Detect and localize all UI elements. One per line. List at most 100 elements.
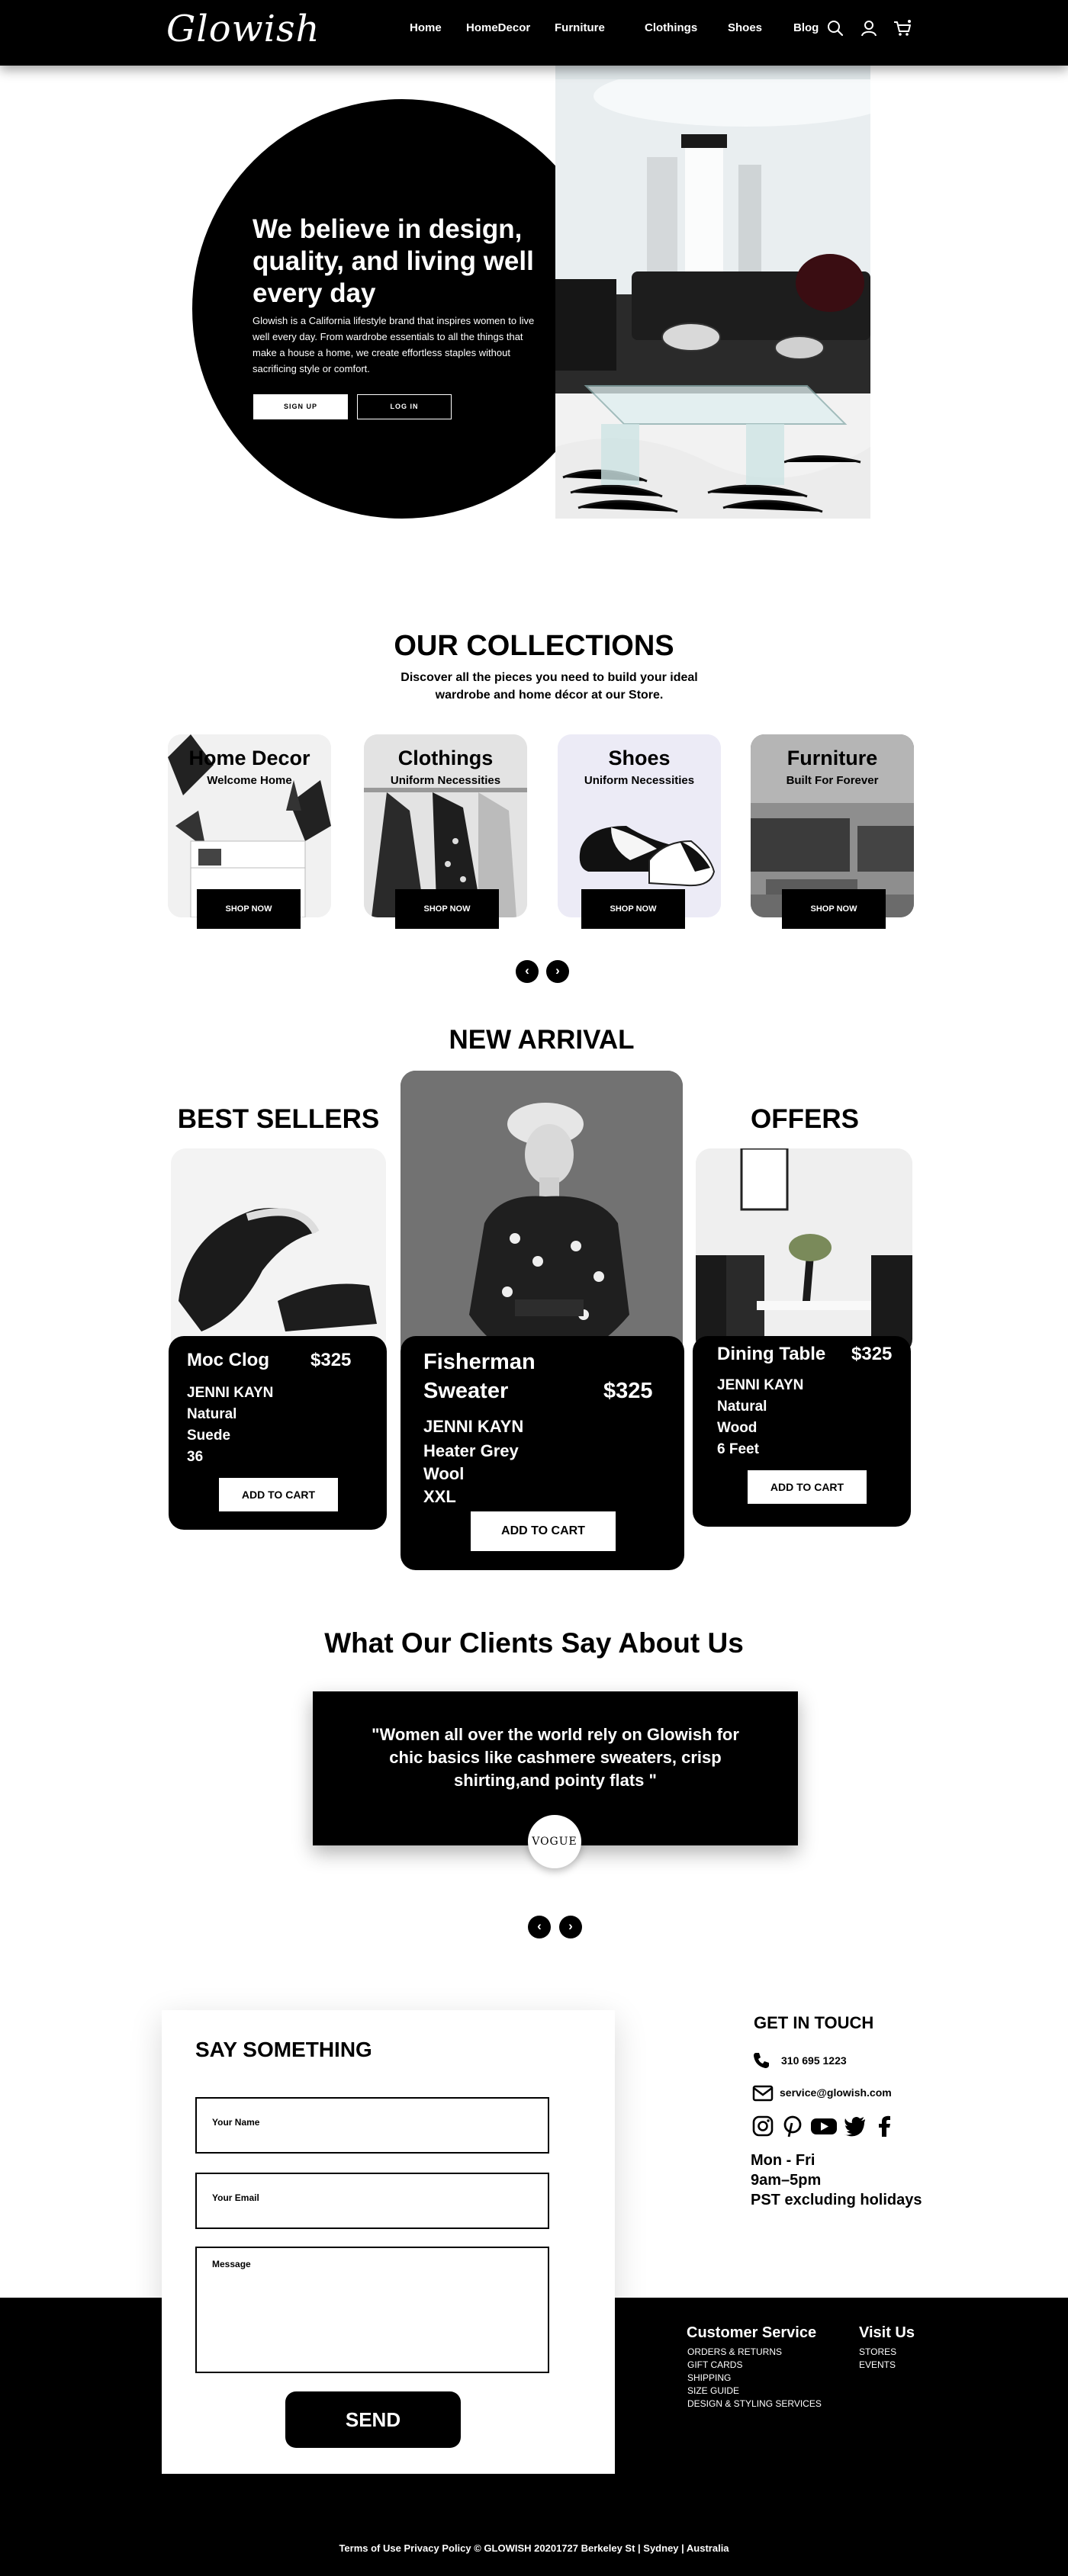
footer-link-size-guide[interactable]: SIZE GUIDE: [687, 2385, 739, 2396]
shop-now-button-shoes[interactable]: SHOP NOW: [581, 889, 685, 929]
collections-subtitle: Discover all the pieces you need to buil…: [400, 671, 698, 702]
collection-subtitle: Welcome Home: [207, 774, 292, 787]
collection-subtitle: Uniform Necessities: [584, 774, 695, 787]
add-to-cart-button[interactable]: ADD TO CART: [748, 1470, 867, 1504]
product-detail: Suede: [187, 1428, 231, 1444]
collections-next-button[interactable]: ›: [546, 960, 569, 983]
collection-subtitle: Built For Forever: [786, 774, 879, 787]
footer-link-stores[interactable]: STORES: [859, 2346, 896, 2357]
instagram-icon[interactable]: [751, 2115, 774, 2138]
product-detail: 36: [187, 1449, 204, 1465]
product-detail: Wool: [423, 1464, 465, 1483]
mail-icon: [752, 2085, 774, 2102]
phone-icon: [754, 2053, 769, 2068]
product-price: $325: [851, 1344, 893, 1364]
get-in-touch-title: GET IN TOUCH: [754, 2013, 874, 2032]
product-detail: Natural: [717, 1399, 767, 1415]
product-brand: JENNI KAYN: [187, 1385, 274, 1401]
vogue-logo: VOGUE: [528, 1815, 581, 1868]
visit-us-title: Visit Us: [859, 2324, 915, 2341]
product-detail: Wood: [717, 1420, 758, 1436]
email-field[interactable]: Your Email: [195, 2173, 549, 2229]
email-field-placeholder: Your Email: [212, 2192, 259, 2203]
shop-now-button-home-decor[interactable]: SHOP NOW: [197, 889, 301, 929]
dining-table-image: [696, 1148, 912, 1354]
twitter-icon[interactable]: [844, 2115, 867, 2138]
best-sellers-title: BEST SELLERS: [177, 1104, 380, 1134]
message-field-placeholder: Message: [212, 2259, 251, 2269]
collections-title: OUR COLLECTIONS: [394, 630, 674, 662]
name-field[interactable]: Your Name: [195, 2097, 549, 2154]
footer-legal: Terms of Use Privacy Policy © GLOWISH 20…: [339, 2542, 729, 2554]
search-icon[interactable]: [825, 18, 845, 38]
add-to-cart-button[interactable]: ADD TO CART: [471, 1511, 616, 1551]
customer-service-title: Customer Service: [687, 2324, 817, 2341]
product-card-moc-clog: Moc Clog $325 JENNI KAYN Natural Suede 3…: [169, 1336, 387, 1530]
footer-link-gift-cards[interactable]: GIFT CARDS: [687, 2359, 742, 2370]
hero-living-room-image: [555, 66, 870, 519]
form-title: SAY SOMETHING: [195, 2038, 372, 2061]
nav-link-shoes[interactable]: Shoes: [728, 21, 762, 34]
collection-name: Home Decor: [188, 747, 310, 769]
nav-link-furniture[interactable]: Furniture: [555, 21, 605, 34]
nav-link-clothings[interactable]: Clothings: [645, 21, 697, 34]
footer-link-orders-returns[interactable]: ORDERS & RETURNS: [687, 2346, 782, 2357]
moc-clog-image: [171, 1148, 386, 1354]
nav-link-home[interactable]: Home: [410, 21, 442, 34]
brand-logo[interactable]: Glowish: [166, 8, 320, 50]
hours-note: PST excluding holidays: [751, 2192, 922, 2208]
add-to-cart-button[interactable]: ADD TO CART: [219, 1478, 338, 1511]
offers-title: OFFERS: [751, 1104, 859, 1134]
footer-link-shipping[interactable]: SHIPPING: [687, 2372, 731, 2383]
shop-now-button-clothings[interactable]: SHOP NOW: [395, 889, 499, 929]
product-detail: XXL: [423, 1487, 456, 1506]
product-price: $325: [603, 1379, 653, 1403]
contact-phone[interactable]: 310 695 1223: [781, 2054, 847, 2067]
cart-icon[interactable]: [893, 18, 912, 38]
facebook-icon[interactable]: [873, 2115, 896, 2138]
name-field-placeholder: Your Name: [212, 2117, 260, 2128]
nav-link-homedecor[interactable]: HomeDecor: [466, 21, 530, 34]
shop-now-button-furniture[interactable]: SHOP NOW: [782, 889, 886, 929]
youtube-icon[interactable]: [810, 2115, 838, 2138]
product-name: Dining Table: [717, 1344, 826, 1364]
top-navbar: Glowish Home HomeDecor Furniture Clothin…: [0, 0, 1068, 66]
footer-link-design-styling[interactable]: DESIGN & STYLING SERVICES: [687, 2398, 822, 2409]
product-brand: JENNI KAYN: [423, 1417, 524, 1436]
pinterest-icon[interactable]: [781, 2115, 804, 2138]
testimonial-next-button[interactable]: ›: [559, 1916, 582, 1938]
product-detail: Natural: [187, 1406, 237, 1422]
collection-name: Shoes: [608, 747, 671, 769]
send-button[interactable]: SEND: [285, 2391, 461, 2448]
message-field[interactable]: Message: [195, 2247, 549, 2373]
collections-prev-button[interactable]: ‹: [516, 960, 539, 983]
product-detail: Heater Grey: [423, 1441, 519, 1460]
nav-link-blog[interactable]: Blog: [793, 21, 819, 34]
collection-name: Clothings: [397, 747, 494, 769]
product-brand: JENNI KAYN: [717, 1377, 804, 1393]
contact-form: SAY SOMETHING Your Name Your Email Messa…: [162, 2010, 615, 2474]
fisherman-sweater-image: [400, 1071, 683, 1360]
product-detail: 6 Feet: [717, 1441, 759, 1457]
user-icon[interactable]: [859, 18, 879, 38]
hero-description: Glowish is a California lifestyle brand …: [253, 315, 535, 374]
business-hours: Mon - Fri 9am–5pm PST excluding holidays: [751, 2150, 922, 2210]
new-arrival-title: NEW ARRIVAL: [449, 1025, 635, 1055]
signup-button[interactable]: SIGN UP: [253, 394, 348, 419]
product-card-fisherman-sweater: Fisherman Sweater $325 JENNI KAYN Heater…: [400, 1336, 684, 1570]
collection-subtitle: Uniform Necessities: [390, 774, 501, 787]
collection-name: Furniture: [787, 747, 878, 769]
contact-email[interactable]: service@glowish.com: [780, 2086, 892, 2099]
testimonial-title: What Our Clients Say About Us: [324, 1627, 744, 1659]
testimonial-prev-button[interactable]: ‹: [528, 1916, 551, 1938]
footer-link-events[interactable]: EVENTS: [859, 2359, 896, 2370]
product-card-dining-table: Dining Table $325 JENNI KAYN Natural Woo…: [693, 1336, 911, 1527]
login-button[interactable]: LOG IN: [357, 394, 452, 419]
product-price: $325: [310, 1350, 352, 1370]
product-name-line1: Fisherman: [423, 1350, 536, 1374]
hero-title: We believe in design, quality, and livin…: [253, 214, 534, 308]
hours-days: Mon - Fri: [751, 2152, 815, 2169]
hours-time: 9am–5pm: [751, 2172, 822, 2189]
product-name-line2: Sweater: [423, 1379, 509, 1403]
testimonial-quote: "Women all over the world rely on Glowis…: [372, 1725, 739, 1790]
